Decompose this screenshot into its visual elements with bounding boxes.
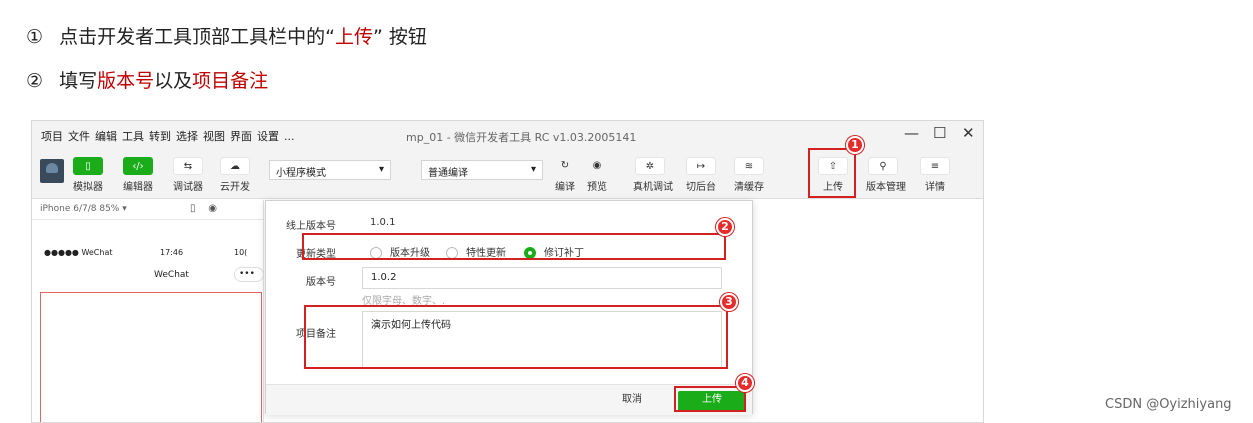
maximize-button[interactable]: ☐ xyxy=(933,124,946,142)
clear-cache-label: 清缓存 xyxy=(734,182,764,193)
highlight-update-type xyxy=(302,233,726,260)
bug-icon: ✲ xyxy=(635,157,665,175)
right-panel xyxy=(753,200,983,422)
debugger-label: 调试器 xyxy=(173,182,203,193)
compile-button[interactable]: ↻ 编译 xyxy=(548,157,582,193)
menu-interface[interactable]: 界面 xyxy=(230,130,252,143)
signal-carrier: ●●●●● WeChat xyxy=(44,248,113,257)
cloud-label: 云开发 xyxy=(220,182,250,193)
phone-time: 17:46 xyxy=(160,248,184,257)
badge-3: 3 xyxy=(720,293,738,311)
title-bar: 项目 文件 编辑 工具 转到 选择 视图 界面 设置... mp_01 - 微信开发者工具 RC… xyxy=(32,121,983,149)
eye-icon: ◉ xyxy=(592,160,602,171)
simulator-button[interactable]: ▯ 模拟器 xyxy=(71,157,105,193)
menu-goto[interactable]: 转到 xyxy=(149,130,171,143)
real-device-debug-button[interactable]: ✲ 真机调试 xyxy=(633,157,673,193)
step-1-text: 点击开发者工具顶部工具栏中的“ xyxy=(59,26,335,48)
device-select[interactable]: iPhone 6/7/8 85% ▾ xyxy=(40,204,127,214)
compile-select[interactable]: 普通编译 ▾ xyxy=(421,160,543,180)
phone-battery: 10( xyxy=(234,248,248,257)
menu-view[interactable]: 视图 xyxy=(203,130,225,143)
real-device-debug-label: 真机调试 xyxy=(633,182,673,193)
step-2-text: 填写 xyxy=(59,70,98,92)
step-2-text-mid: 以及 xyxy=(154,70,193,92)
menu-project[interactable]: 项目 xyxy=(41,130,63,143)
menu-more[interactable]: ... xyxy=(284,130,295,143)
compile-select-value: 普通编译 xyxy=(428,168,468,179)
mode-select-value: 小程序模式 xyxy=(276,168,326,179)
clear-cache-button[interactable]: ≋ 清缓存 xyxy=(732,157,766,193)
badge-1: 1 xyxy=(846,136,864,154)
watermark: CSDN @Oyizhiyang xyxy=(1105,397,1232,412)
chevron-down-icon: ▾ xyxy=(530,164,536,175)
version-input[interactable]: 1.0.2 xyxy=(362,267,722,289)
cancel-button[interactable]: 取消 xyxy=(602,391,662,411)
simulator-bar: iPhone 6/7/8 85% ▾ ▯ ◉ xyxy=(32,200,263,220)
step-1-highlight: 上传 xyxy=(334,26,373,48)
simulator-icons: ▯ ◉ xyxy=(190,203,217,214)
phone-status-bar: ●●●●● WeChat 17:46 10( xyxy=(44,248,254,257)
badge-2: 2 xyxy=(716,218,734,236)
chevron-down-icon: ▾ xyxy=(378,164,384,175)
phone-nav-title: WeChat xyxy=(154,270,189,280)
details-label: 详情 xyxy=(925,182,945,193)
swap-icon: ⇆ xyxy=(173,157,203,175)
highlight-upload-button xyxy=(808,148,856,198)
version-management-label: 版本管理 xyxy=(866,182,906,193)
menu-select[interactable]: 选择 xyxy=(176,130,198,143)
cloud-button[interactable]: ☁ 云开发 xyxy=(218,157,252,193)
highlight-upload-submit xyxy=(674,386,746,412)
menu-edit[interactable]: 编辑 xyxy=(95,130,117,143)
close-button[interactable]: ✕ xyxy=(962,124,975,142)
stop-icon[interactable]: ◉ xyxy=(208,203,217,214)
window-title: mp_01 - 微信开发者工具 RC v1.03.2005141 xyxy=(406,131,637,144)
step-2-marker: ② xyxy=(26,70,44,92)
page-preview-frame xyxy=(40,292,262,422)
code-icon: ‹/› xyxy=(123,157,153,175)
details-button[interactable]: ≡ 详情 xyxy=(918,157,952,193)
layers-icon: ≋ xyxy=(734,157,764,175)
menu-settings[interactable]: 设置 xyxy=(257,130,279,143)
compile-label: 编译 xyxy=(555,182,575,193)
mode-select[interactable]: 小程序模式 ▾ xyxy=(269,160,391,180)
step-2-highlight-version: 版本号 xyxy=(97,70,155,92)
menu-file[interactable]: 文件 xyxy=(68,130,90,143)
menu-icon: ≡ xyxy=(920,157,950,175)
cloud-icon: ☁ xyxy=(220,157,250,175)
branch-icon: ⚲ xyxy=(868,157,898,175)
step-2-instruction: ② 填写版本号以及项目备注 xyxy=(26,66,268,93)
refresh-icon: ↻ xyxy=(560,160,570,171)
online-version-value: 1.0.1 xyxy=(370,217,396,228)
menu-tools[interactable]: 工具 xyxy=(122,130,144,143)
simulator-label: 模拟器 xyxy=(73,182,103,193)
simulator-panel: iPhone 6/7/8 85% ▾ ▯ ◉ ●●●●● WeChat 17:4… xyxy=(32,200,264,422)
capsule-button[interactable]: ••• xyxy=(234,267,264,282)
highlight-project-notes xyxy=(304,305,728,369)
debugger-button[interactable]: ⇆ 调试器 xyxy=(171,157,205,193)
step-1-text-end: ” 按钮 xyxy=(372,26,427,48)
simulator-icon: ▯ xyxy=(73,157,103,175)
version-management-button[interactable]: ⚲ 版本管理 xyxy=(866,157,906,193)
preview-button[interactable]: ◉ 预览 xyxy=(580,157,614,193)
phone-icon[interactable]: ▯ xyxy=(190,203,196,214)
menu-bar: 项目 文件 编辑 工具 转到 选择 视图 界面 设置... xyxy=(41,128,300,144)
editor-label: 编辑器 xyxy=(123,182,153,193)
version-label: 版本号 xyxy=(306,277,336,288)
online-version-label: 线上版本号 xyxy=(286,221,336,232)
step-1-marker: ① xyxy=(26,26,44,48)
minimize-button[interactable]: — xyxy=(904,124,919,142)
badge-4: 4 xyxy=(736,374,754,392)
background-label: 切后台 xyxy=(686,182,716,193)
arrow-right-icon: ↦ xyxy=(686,157,716,175)
preview-label: 预览 xyxy=(587,182,607,193)
step-1-instruction: ① 点击开发者工具顶部工具栏中的“上传” 按钮 xyxy=(26,22,427,49)
editor-button[interactable]: ‹/› 编辑器 xyxy=(121,157,155,193)
avatar[interactable] xyxy=(40,159,64,183)
background-button[interactable]: ↦ 切后台 xyxy=(684,157,718,193)
step-2-highlight-notes: 项目备注 xyxy=(192,70,269,92)
